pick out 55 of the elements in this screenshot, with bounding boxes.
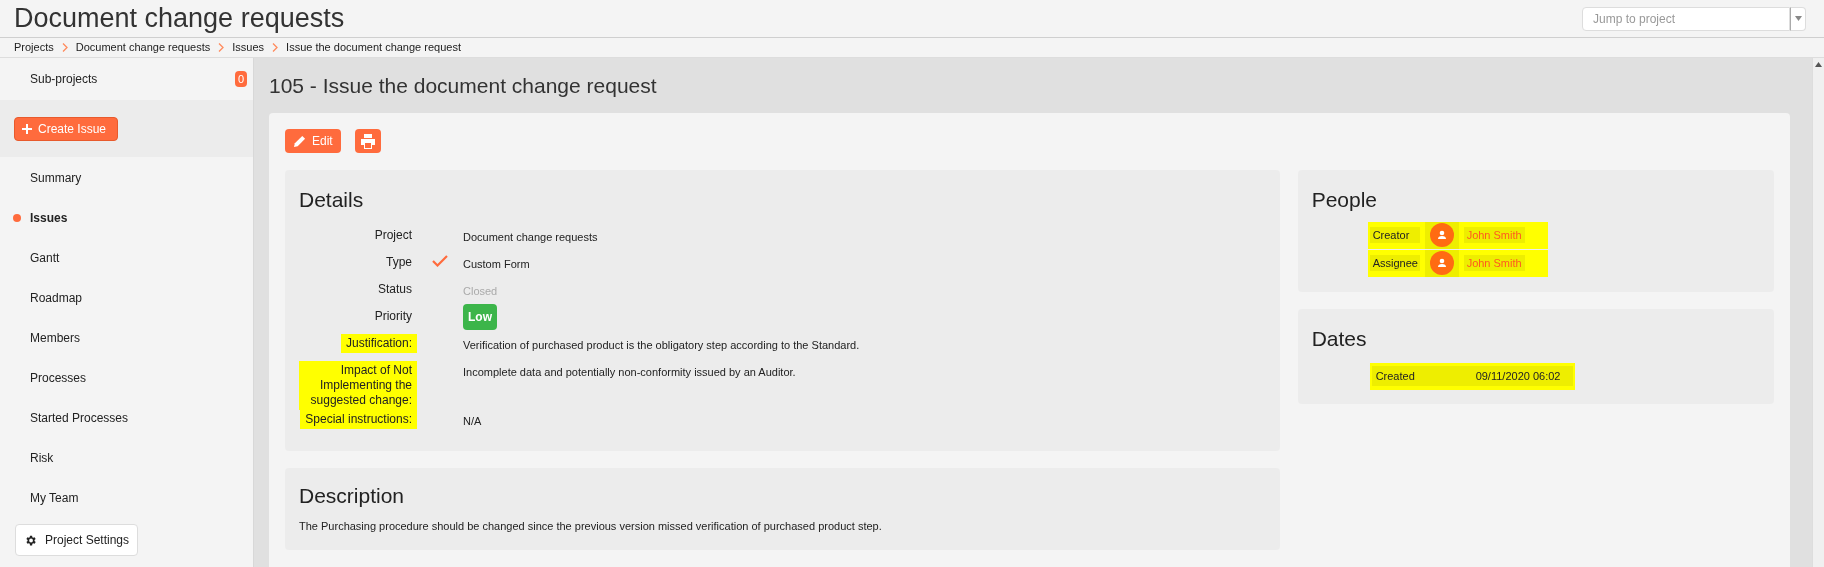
date-label: Created bbox=[1375, 368, 1416, 384]
count-badge: 0 bbox=[234, 70, 247, 88]
field-value: N/A bbox=[463, 413, 482, 429]
breadcrumb-link[interactable]: Issue the document change request bbox=[286, 39, 461, 56]
print-button[interactable] bbox=[354, 129, 381, 153]
priority-badge: Low bbox=[463, 303, 497, 330]
sidebar-item[interactable]: My Team bbox=[30, 489, 79, 507]
page-title: Document change requests bbox=[14, 2, 345, 36]
sidebar-item[interactable]: Summary bbox=[30, 169, 82, 187]
field-label: Justification: bbox=[340, 333, 417, 353]
date-value: 09/11/2020 06:02 bbox=[1475, 368, 1561, 384]
sidebar-item[interactable]: Members bbox=[30, 329, 80, 347]
breadcrumb-link[interactable]: Issues bbox=[232, 39, 265, 56]
dropdown-caret-icon[interactable] bbox=[1794, 16, 1802, 21]
settings-icon bbox=[24, 533, 37, 547]
avatar-icon bbox=[1429, 251, 1454, 275]
panel-title: People bbox=[1311, 187, 1378, 213]
field-label: Project bbox=[373, 226, 413, 244]
field-label: Type bbox=[385, 253, 413, 271]
field-label: Status bbox=[376, 280, 413, 298]
role-label: Assignee bbox=[1369, 254, 1420, 272]
sidebar-item[interactable]: Gantt bbox=[30, 249, 60, 267]
panel-title: Dates bbox=[1311, 326, 1368, 352]
field-value: Document change requests bbox=[463, 229, 598, 245]
chevron-right-icon bbox=[61, 43, 68, 52]
scroll-up-icon[interactable] bbox=[1815, 62, 1822, 67]
dropdown-toggle[interactable] bbox=[1790, 6, 1806, 31]
plus-icon bbox=[22, 123, 32, 134]
field-value: Incomplete data and potentially non-conformity issued by an Auditor. bbox=[463, 364, 796, 380]
sidebar-item[interactable]: Roadmap bbox=[30, 289, 83, 307]
role-label: Creator bbox=[1369, 226, 1420, 244]
checkmark-icon bbox=[432, 254, 448, 267]
printer-icon bbox=[359, 133, 376, 149]
panel-title: Description bbox=[299, 483, 406, 509]
field-label: Impact of Not Implementing the suggested change: bbox=[299, 360, 417, 410]
breadcrumb-link[interactable]: Projects bbox=[14, 39, 54, 56]
chevron-right-icon bbox=[218, 43, 225, 52]
field-value: Closed bbox=[463, 283, 498, 299]
project-settings-button[interactable]: Project Settings bbox=[15, 524, 139, 556]
description-text: The Purchasing procedure should be changed since the previous version missed verification of purchased product step. bbox=[299, 518, 883, 534]
pencil-icon bbox=[293, 134, 306, 148]
field-value: Verification of purchased product is the obligatory step according to the Standard. bbox=[463, 337, 860, 353]
breadcrumb-link[interactable]: Document change requests bbox=[75, 39, 211, 56]
field-value: Custom Form bbox=[463, 256, 530, 272]
avatar-icon bbox=[1429, 223, 1454, 247]
panel-title: Details bbox=[299, 187, 365, 213]
field-label: Priority bbox=[373, 307, 413, 325]
sidebar-item[interactable]: Issues bbox=[30, 209, 68, 227]
sidebar-item[interactable]: Sub-projects bbox=[30, 70, 98, 88]
chevron-right-icon bbox=[272, 43, 279, 52]
sidebar-item[interactable]: Risk bbox=[30, 449, 54, 467]
jump-to-project-field[interactable]: Jump to project bbox=[1582, 6, 1790, 31]
sidebar-item[interactable]: Started Processes bbox=[30, 409, 129, 427]
sidebar-item[interactable]: Processes bbox=[30, 369, 87, 387]
issue-title: 105 - Issue the document change request bbox=[269, 72, 658, 99]
